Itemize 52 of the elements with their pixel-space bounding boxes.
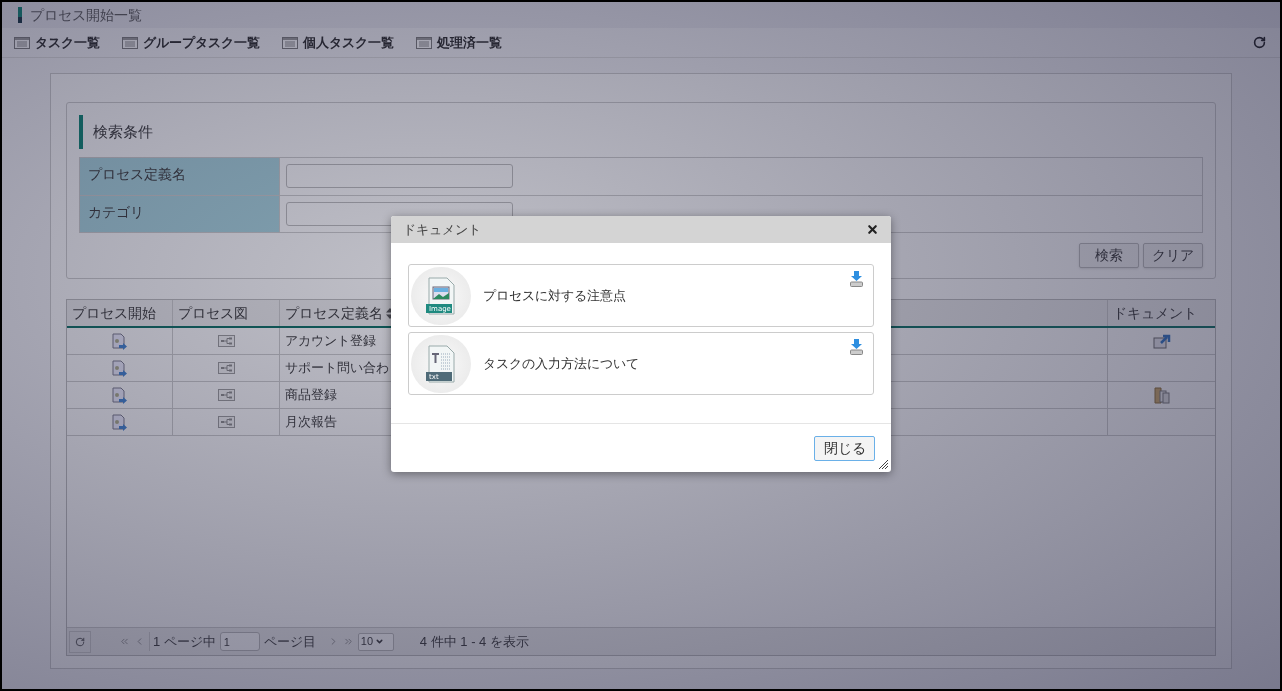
- refresh-icon: [75, 636, 85, 647]
- window-arrow-icon[interactable]: [1152, 333, 1171, 349]
- table-cell-text: 商品登録: [285, 386, 337, 405]
- field-label: プロセス定義名: [80, 158, 280, 195]
- flow-diagram-icon[interactable]: [217, 362, 235, 374]
- document-name: タスクの入力方法について: [483, 354, 640, 373]
- reload-button[interactable]: [69, 630, 91, 653]
- dropdown-caret-icon: [375, 637, 385, 646]
- list-icon: [282, 36, 298, 49]
- refresh-icon[interactable]: [1253, 36, 1266, 49]
- flow-diagram-icon[interactable]: [217, 335, 235, 347]
- document-arrow-icon[interactable]: [111, 359, 128, 377]
- list-icon: [416, 36, 432, 49]
- page-size-select[interactable]: 10: [357, 632, 394, 651]
- table-cell-text: サポート問い合わ: [285, 359, 389, 378]
- table-cell-text: アカウント登録: [285, 332, 376, 351]
- field-label: カテゴリ: [80, 196, 280, 232]
- toolbar-link[interactable]: 処理済一覧: [416, 32, 502, 53]
- list-icon: [122, 36, 138, 49]
- last-page-icon[interactable]: [342, 636, 354, 647]
- text-field[interactable]: [286, 164, 513, 188]
- column-header: プロセス図: [173, 300, 280, 326]
- toolbar-link[interactable]: 個人タスク一覧: [282, 32, 394, 53]
- column-header: ドキュメント: [1112, 303, 1198, 323]
- resize-grip-icon[interactable]: [878, 459, 888, 469]
- download-icon[interactable]: [850, 271, 863, 287]
- dialog-title: ドキュメント: [403, 220, 482, 239]
- search-form-button[interactable]: クリア: [1143, 243, 1203, 268]
- list-icon: [14, 36, 30, 49]
- toolbar-link[interactable]: タスク一覧: [14, 32, 100, 53]
- table-cell-text: 月次報告: [285, 413, 337, 432]
- column-header: プロセス開始: [67, 300, 173, 326]
- search-form-button[interactable]: 検索: [1079, 243, 1139, 268]
- close-button[interactable]: 閉じる: [814, 435, 875, 461]
- flow-diagram-icon[interactable]: [217, 389, 235, 401]
- flow-diagram-icon[interactable]: [217, 416, 235, 428]
- download-icon[interactable]: [850, 339, 863, 355]
- page-suffix: ページ目: [263, 632, 316, 651]
- page-title: プロセス開始一覧: [30, 5, 142, 25]
- document-arrow-icon[interactable]: [111, 332, 128, 350]
- sort-icon[interactable]: [386, 307, 394, 319]
- toolbar-link[interactable]: グループタスク一覧: [122, 32, 260, 53]
- record-summary: 4 件中 1 - 4 を表示: [419, 632, 529, 651]
- page-input[interactable]: 1: [219, 632, 260, 651]
- first-page-icon[interactable]: [119, 636, 130, 647]
- document-name: プロセスに対する注意点: [483, 286, 627, 305]
- page-info: 1 ページ中: [149, 631, 216, 652]
- document-arrow-icon[interactable]: [111, 413, 128, 431]
- folder-documents-icon[interactable]: [1153, 386, 1170, 404]
- document-arrow-icon[interactable]: [111, 386, 128, 404]
- section-title: 検索条件: [93, 121, 153, 142]
- close-icon[interactable]: [866, 223, 879, 236]
